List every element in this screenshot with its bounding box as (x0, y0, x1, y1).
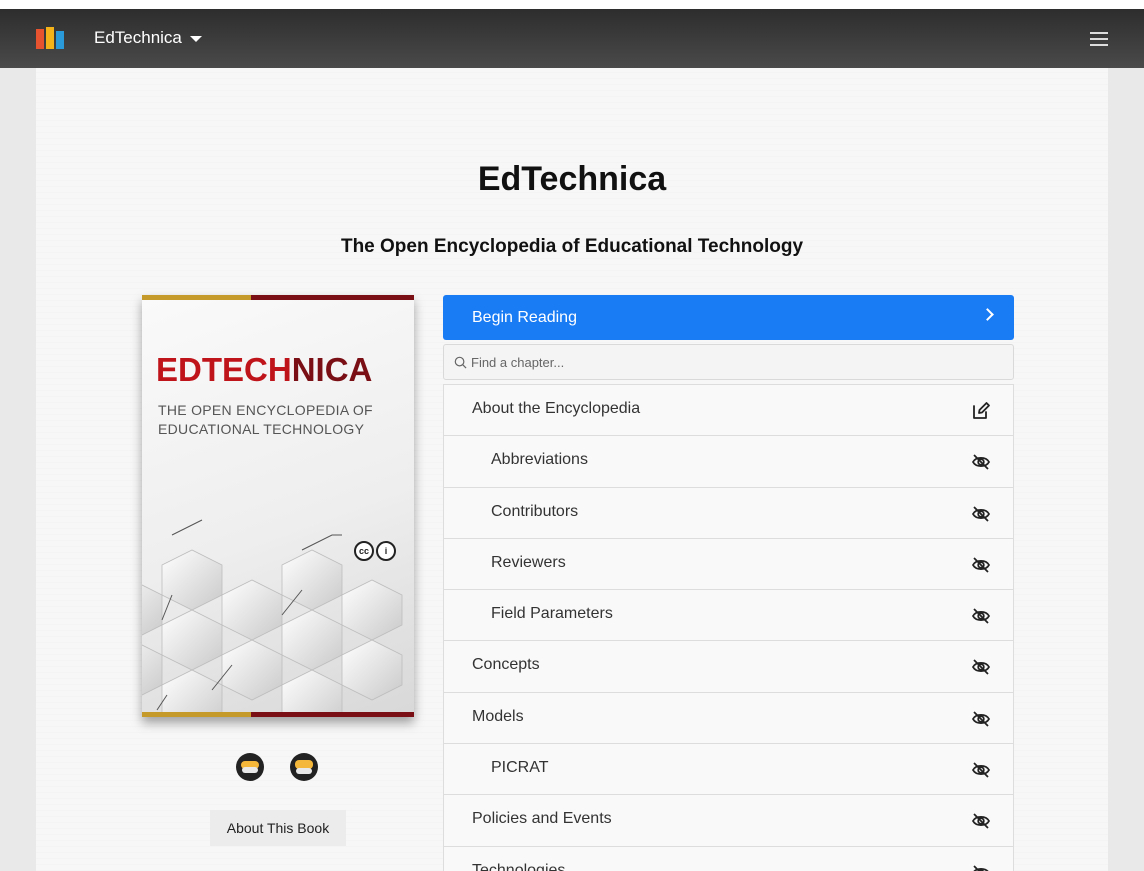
edit-icon[interactable] (971, 401, 991, 421)
brand-dropdown[interactable]: EdTechnica (94, 28, 202, 48)
toc-item-label: About the Encyclopedia (472, 400, 641, 417)
about-this-book-button[interactable]: About This Book (210, 810, 346, 846)
toc-item-label: Reviewers (491, 553, 566, 571)
toc-item-label: Contributors (491, 502, 579, 520)
search-input[interactable] (471, 354, 991, 370)
toc-item-label: Models (472, 707, 524, 725)
toc-item-label: Concepts (472, 656, 540, 674)
page-title: EdTechnica (477, 160, 667, 198)
toc-item[interactable]: Contributors (444, 488, 1013, 539)
toc-item[interactable]: Abbreviations (444, 436, 1013, 488)
eye-slash-icon[interactable] (971, 606, 991, 626)
cc-icon: cc (354, 541, 374, 561)
eye-slash-icon[interactable] (971, 760, 991, 780)
graduation-cap-icon[interactable] (290, 753, 318, 781)
toc-item-label: Policies and Events (472, 810, 612, 828)
eye-slash-icon[interactable] (971, 504, 991, 524)
toc-item[interactable]: Policies and Events (444, 795, 1013, 847)
caret-down-icon (189, 36, 202, 42)
begin-reading-label: Begin Reading (472, 308, 577, 326)
eye-slash-icon[interactable] (971, 709, 991, 729)
table-of-contents: About the Encyclopedia Abbreviations Con… (443, 384, 1014, 871)
toc-item[interactable]: PICRAT (444, 744, 1013, 796)
book-cover-image: EDTECHNICA THE OPEN ENCYCLOPEDIA OF EDUC… (142, 295, 414, 717)
brand-label: EdTechnica (94, 28, 182, 47)
eye-slash-icon[interactable] (971, 555, 991, 575)
begin-reading-button[interactable]: Begin Reading (443, 295, 1014, 340)
hamburger-menu-icon[interactable] (1090, 32, 1108, 46)
navbar: EdTechnica (0, 9, 1144, 68)
toc-item[interactable]: About the Encyclopedia (444, 385, 1013, 437)
search-icon (454, 356, 467, 368)
toc-item[interactable]: Reviewers (444, 539, 1013, 591)
eye-slash-icon[interactable] (971, 452, 991, 472)
toc-item-label: Field Parameters (491, 605, 613, 623)
toc-item[interactable]: Field Parameters (444, 590, 1013, 642)
eye-slash-icon[interactable] (971, 657, 991, 677)
cover-subtitle: THE OPEN ENCYCLOPEDIA OF EDUCATIONAL TEC… (158, 402, 373, 437)
toc-item-label: Technologies (472, 861, 566, 871)
cover-top-stripe (142, 295, 414, 300)
chapter-search (443, 344, 1014, 380)
toc-item[interactable]: Technologies (444, 847, 1013, 871)
hexagon-pattern (142, 519, 403, 717)
page-subtitle: The Open Encyclopedia of Educational Tec… (340, 236, 804, 257)
toc-item-label: PICRAT (491, 759, 549, 777)
toc-item[interactable]: Models (444, 693, 1013, 745)
cover-title: EDTECHNICA (156, 351, 372, 389)
toc-item-label: Abbreviations (491, 451, 588, 469)
books-logo-icon[interactable] (36, 27, 66, 49)
toc-item[interactable]: Concepts (444, 641, 1013, 693)
eye-slash-icon[interactable] (971, 863, 991, 871)
main-content: EdTechnica The Open Encyclopedia of Educ… (36, 68, 1108, 871)
cover-title-part1: EDTECH (156, 351, 292, 388)
creative-commons-license-icon: cc i (354, 541, 396, 561)
users-icon[interactable] (236, 753, 264, 781)
chevron-right-icon (981, 308, 994, 321)
eye-slash-icon[interactable] (971, 811, 991, 831)
cover-title-part2: NICA (291, 351, 373, 388)
window-top-frame (0, 0, 1144, 9)
attribution-icon: i (376, 541, 396, 561)
cover-bottom-stripe (142, 712, 414, 717)
